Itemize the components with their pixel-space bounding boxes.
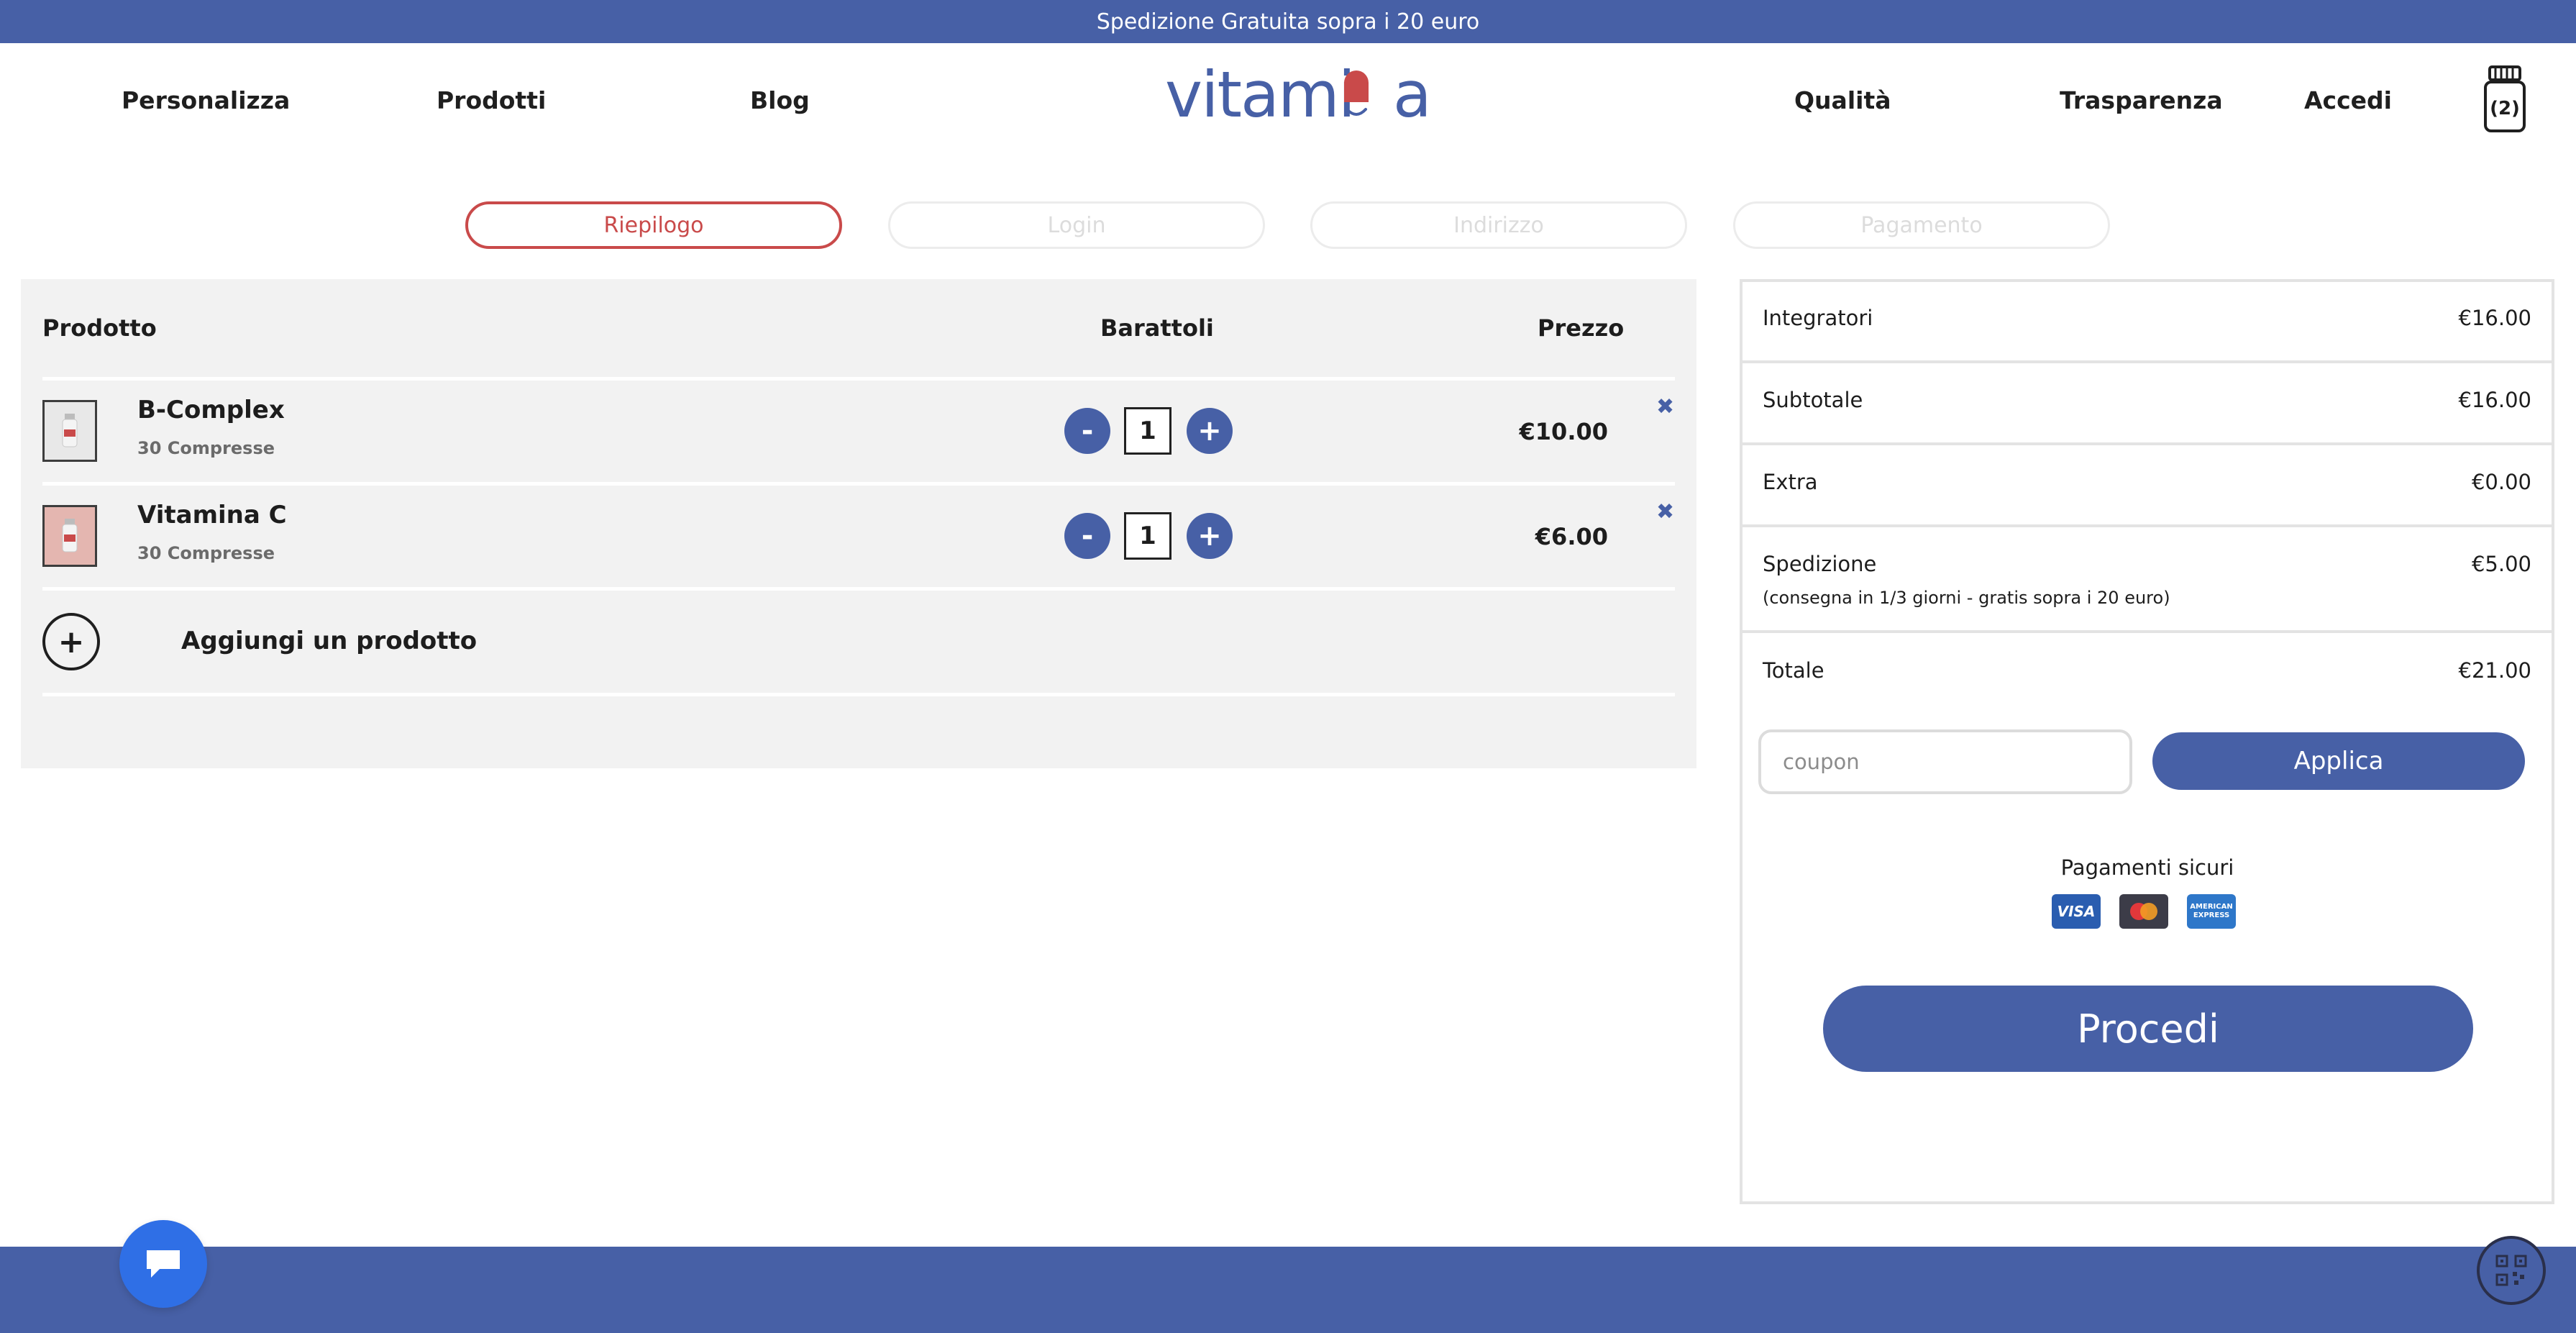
amex-text: AMERICAN EXPRESS <box>2190 903 2233 919</box>
product-name: Vitamina C <box>137 501 287 529</box>
step-riepilogo[interactable]: Riepilogo <box>465 201 842 249</box>
cart-jar-icon[interactable]: (2) <box>2483 65 2527 134</box>
qr-code-icon <box>2495 1255 2527 1286</box>
summary-label-spedizione: Spedizione <box>1763 552 1877 576</box>
summary-label-totale: Totale <box>1763 658 1824 683</box>
divider <box>1743 360 2552 363</box>
footer-bar <box>0 1247 2576 1333</box>
summary-label-integratori: Integratori <box>1763 306 1873 330</box>
nav-prodotti[interactable]: Prodotti <box>437 85 546 117</box>
site-logo[interactable]: vitamina <box>1165 62 1432 142</box>
item-price: €6.00 <box>1535 523 1608 550</box>
qr-code-button[interactable] <box>2477 1236 2546 1305</box>
summary-label-subtotale: Subtotale <box>1763 388 1863 412</box>
header-prodotto: Prodotto <box>42 314 157 342</box>
summary-value-totale: €21.00 <box>2458 658 2531 683</box>
bottle-icon <box>62 414 78 447</box>
step-pagamento[interactable]: Pagamento <box>1733 201 2110 249</box>
mastercard-icon <box>2119 894 2168 929</box>
divider <box>1743 524 2552 527</box>
product-thumbnail <box>42 505 97 567</box>
divider <box>1743 442 2552 445</box>
summary-value-extra: €0.00 <box>2471 470 2531 494</box>
logo-wordmark: vitamina <box>1165 58 1432 132</box>
chat-button[interactable] <box>119 1220 207 1308</box>
item-price: €10.00 <box>1519 418 1608 445</box>
product-name: B-Complex <box>137 396 285 424</box>
quantity-value[interactable]: 1 <box>1124 512 1171 560</box>
visa-text: VISA <box>2057 903 2096 920</box>
visa-icon: VISA <box>2052 894 2101 929</box>
pill-smile-icon <box>1344 70 1369 116</box>
shipping-banner: Spedizione Gratuita sopra i 20 euro <box>0 0 2576 43</box>
divider <box>1743 630 2552 633</box>
apply-coupon-button[interactable]: Applica <box>2152 732 2525 790</box>
nav-accedi[interactable]: Accedi <box>2304 85 2392 117</box>
nav-blog[interactable]: Blog <box>750 85 810 117</box>
summary-value-integratori: €16.00 <box>2458 306 2531 330</box>
nav-qualita[interactable]: Qualità <box>1794 85 1891 117</box>
divider <box>42 587 1675 591</box>
shipping-note: (consegna in 1/3 giorni - gratis sopra i… <box>1763 588 2170 608</box>
increase-qty-button[interactable]: + <box>1187 408 1233 454</box>
header-prezzo: Prezzo <box>1538 314 1625 342</box>
divider <box>42 482 1675 486</box>
chat-bubble-icon <box>147 1250 180 1278</box>
divider <box>42 377 1675 381</box>
nav-personalizza[interactable]: Personalizza <box>122 85 290 117</box>
product-subtitle: 30 Compresse <box>137 438 275 458</box>
coupon-input[interactable] <box>1758 729 2132 794</box>
summary-label-extra: Extra <box>1763 470 1818 494</box>
decrease-qty-button[interactable]: - <box>1064 408 1110 454</box>
remove-item-icon[interactable]: ✖ <box>1656 499 1674 524</box>
remove-item-icon[interactable]: ✖ <box>1656 394 1674 419</box>
nav-trasparenza[interactable]: Trasparenza <box>2060 85 2223 117</box>
mastercard-circles-icon <box>2130 903 2157 920</box>
step-login[interactable]: Login <box>888 201 1265 249</box>
summary-value-subtotale: €16.00 <box>2458 388 2531 412</box>
add-product-icon[interactable]: + <box>42 613 100 670</box>
amex-icon: AMERICAN EXPRESS <box>2187 894 2236 929</box>
quantity-value[interactable]: 1 <box>1124 407 1171 455</box>
cart-count: (2) <box>2490 98 2520 119</box>
divider <box>42 693 1675 696</box>
summary-value-spedizione: €5.00 <box>2471 552 2531 576</box>
bottle-icon <box>62 519 78 552</box>
add-product-link[interactable]: Aggiungi un prodotto <box>181 626 477 656</box>
product-subtitle: 30 Compresse <box>137 543 275 563</box>
increase-qty-button[interactable]: + <box>1187 513 1233 559</box>
secure-payments-label: Pagamenti sicuri <box>2060 855 2234 880</box>
decrease-qty-button[interactable]: - <box>1064 513 1110 559</box>
step-indirizzo[interactable]: Indirizzo <box>1310 201 1687 249</box>
product-thumbnail <box>42 400 97 462</box>
header-barattoli: Barattoli <box>1100 314 1214 342</box>
proceed-button[interactable]: Procedi <box>1823 986 2473 1072</box>
